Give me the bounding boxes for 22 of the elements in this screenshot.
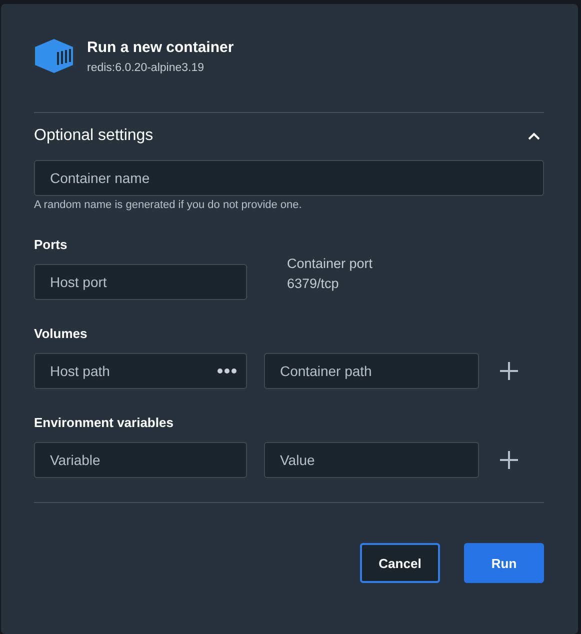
dialog-title: Run a new container (87, 38, 234, 56)
host-port-field[interactable]: Host port (34, 264, 247, 300)
cancel-button[interactable]: Cancel (360, 543, 440, 583)
container-path-field[interactable]: Container path (264, 353, 479, 389)
image-name: redis:6.0.20-alpine3.19 (87, 62, 205, 74)
section-label: Environment variables (34, 415, 174, 430)
section-title: Optional settings (34, 127, 154, 145)
chevron-icon[interactable] (526, 130, 542, 142)
section-label: Volumes (34, 326, 88, 341)
section-label: Ports (34, 237, 68, 252)
value-field[interactable]: Value (264, 442, 479, 478)
add-icon[interactable] (500, 451, 518, 469)
variable-field[interactable]: Variable (34, 442, 247, 478)
hint-text: A random name is generated if you do not provide one. (34, 199, 303, 211)
container-icon (34, 38, 74, 74)
more-icon[interactable] (217, 368, 237, 374)
host-path-field[interactable]: Host path (34, 353, 247, 389)
container-port-label: Container port (287, 255, 373, 273)
run-button[interactable]: Run (464, 543, 544, 583)
container-port-value: 6379/tcp (287, 275, 340, 293)
container-name-field[interactable]: Container name (34, 160, 544, 196)
add-icon[interactable] (500, 362, 518, 380)
